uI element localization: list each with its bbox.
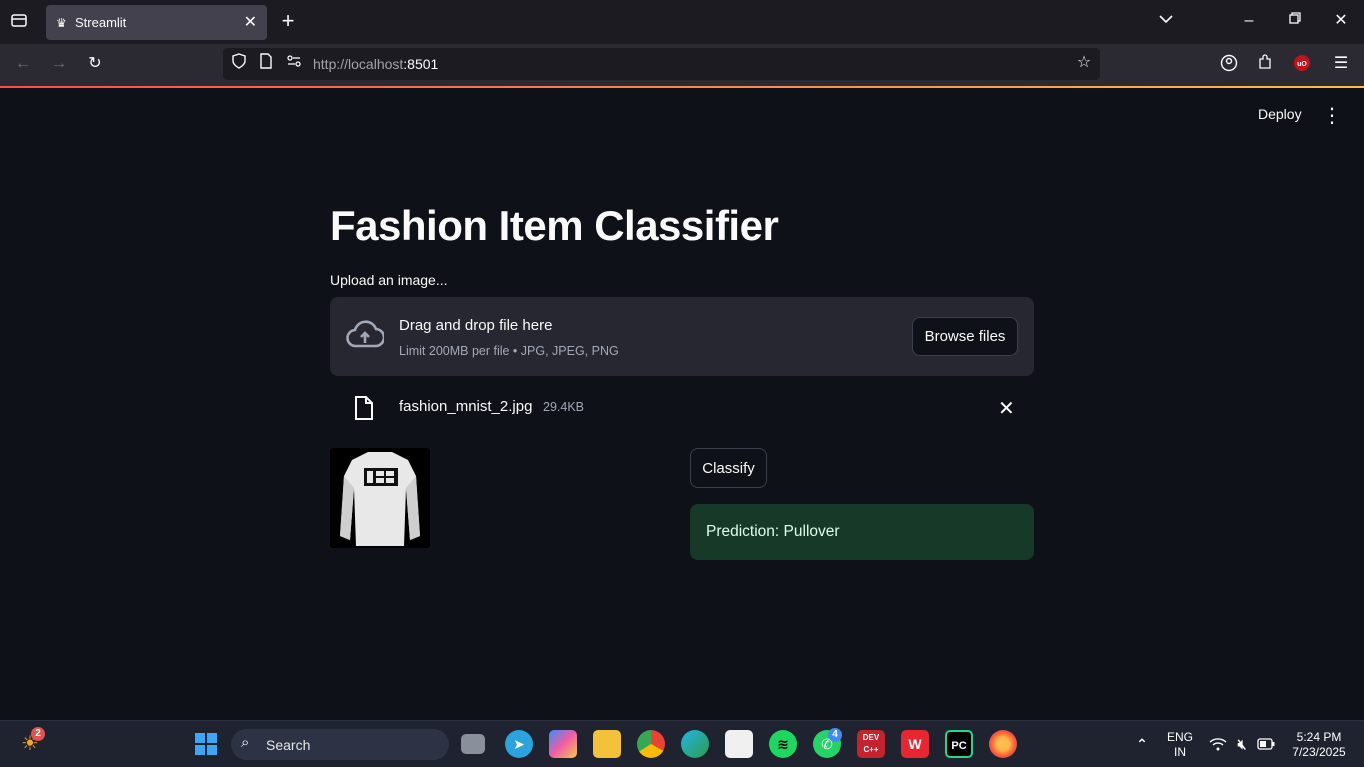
page-icon[interactable]: [255, 53, 277, 75]
file-explorer-icon[interactable]: [593, 730, 621, 758]
weather-badge: 2: [31, 727, 45, 741]
main-menu-icon[interactable]: ⋮: [1322, 103, 1342, 128]
streamlit-app: Deploy ⋮ Fashion Item Classifier Upload …: [0, 88, 1364, 720]
prediction-text: Prediction: Pullover: [706, 523, 840, 540]
permissions-icon[interactable]: [283, 53, 305, 75]
ublock-icon[interactable]: uO: [1291, 54, 1313, 76]
browser-tab-bar: ♛ Streamlit ✕ + – ✕: [0, 0, 1364, 44]
chrome-icon[interactable]: [637, 730, 665, 758]
close-window-icon[interactable]: ✕: [1330, 11, 1352, 33]
chevron-down-icon[interactable]: [1155, 11, 1177, 33]
url-port: :8501: [403, 56, 439, 72]
file-name: fashion_mnist_2.jpg: [399, 398, 533, 415]
tab-list-icon[interactable]: [8, 11, 30, 33]
uploaded-file-row: fashion_mnist_2.jpg 29.4KB ✕: [330, 388, 1034, 428]
region-code: IN: [1174, 745, 1186, 759]
battery-icon[interactable]: [1252, 730, 1280, 758]
telegram-icon[interactable]: ➤: [505, 730, 533, 758]
bookmark-star-icon[interactable]: ☆: [1073, 53, 1095, 75]
uploaded-image-preview: [330, 448, 430, 548]
task-view-icon[interactable]: [461, 734, 485, 754]
url-text[interactable]: http://localhost:8501: [313, 56, 438, 72]
extensions-icon[interactable]: [1254, 54, 1276, 76]
restore-icon[interactable]: [1284, 11, 1306, 33]
reload-icon[interactable]: ↻: [84, 54, 106, 76]
clock-date: 7/23/2025: [1292, 745, 1346, 759]
tab-title: Streamlit: [75, 15, 127, 30]
wps-office-icon[interactable]: W: [901, 730, 929, 758]
taskbar-search-label: Search: [266, 737, 311, 753]
streamlit-favicon-icon: ♛: [56, 16, 67, 30]
account-icon[interactable]: [1218, 54, 1240, 76]
clock[interactable]: 5:24 PM 7/23/2025: [1284, 730, 1354, 760]
cloud-upload-icon: [346, 320, 386, 350]
dropzone-limits: Limit 200MB per file • JPG, JPEG, PNG: [399, 344, 619, 358]
language-code: ENG: [1166, 730, 1193, 744]
tray-chevron-up-icon[interactable]: ⌃: [1128, 730, 1156, 758]
whatsapp-badge: 4: [828, 728, 842, 742]
page-title: Fashion Item Classifier: [330, 202, 779, 249]
forward-icon[interactable]: →: [48, 54, 70, 76]
file-icon: [354, 396, 374, 420]
minimize-icon[interactable]: –: [1238, 11, 1260, 33]
dropzone-instructions: Drag and drop file here: [399, 317, 553, 334]
prediction-success-box: Prediction: Pullover: [690, 504, 1034, 560]
dev-cpp-icon[interactable]: DEV C++: [857, 730, 885, 758]
start-windows-icon[interactable]: [192, 730, 220, 758]
language-indicator[interactable]: ENG IN: [1162, 730, 1198, 760]
new-tab-icon[interactable]: +: [277, 10, 299, 33]
browse-files-button[interactable]: Browse files: [912, 317, 1018, 356]
copilot-icon[interactable]: [549, 730, 577, 758]
clock-time: 5:24 PM: [1296, 730, 1342, 744]
url-host: http://localhost: [313, 56, 404, 72]
browser-tab-streamlit[interactable]: ♛ Streamlit ✕: [46, 5, 267, 40]
taskbar-search-box[interactable]: ⌕ Search: [231, 729, 449, 760]
remove-file-icon[interactable]: ✕: [998, 396, 1015, 421]
upload-label: Upload an image...: [330, 272, 448, 288]
url-bar[interactable]: http://localhost:8501 ☆: [223, 48, 1100, 80]
windows-taskbar: ☀ 2 ⌕ Search ➤ ≋ ✆ 4 DEV C++ W PC ⌃ ENG I…: [0, 720, 1364, 767]
deploy-button[interactable]: Deploy: [1258, 106, 1302, 122]
back-icon[interactable]: ←: [12, 54, 34, 76]
edge-icon[interactable]: [681, 730, 709, 758]
firefox-icon[interactable]: [989, 730, 1017, 758]
hamburger-menu-icon[interactable]: ☰: [1330, 54, 1352, 76]
browser-nav-bar: ← → ↻ http://localhost:8501 ☆ uO ☰: [0, 44, 1364, 86]
spotify-icon[interactable]: ≋: [769, 730, 797, 758]
classify-button[interactable]: Classify: [690, 448, 767, 488]
shield-icon[interactable]: [228, 53, 250, 75]
pycharm-icon[interactable]: PC: [945, 730, 973, 758]
file-size: 29.4KB: [543, 400, 585, 414]
search-icon: ⌕: [241, 734, 250, 751]
microsoft-store-icon[interactable]: [725, 730, 753, 758]
close-tab-icon[interactable]: ✕: [244, 12, 257, 32]
file-dropzone[interactable]: Drag and drop file here Limit 200MB per …: [330, 297, 1034, 376]
svg-text:uO: uO: [1297, 61, 1307, 68]
